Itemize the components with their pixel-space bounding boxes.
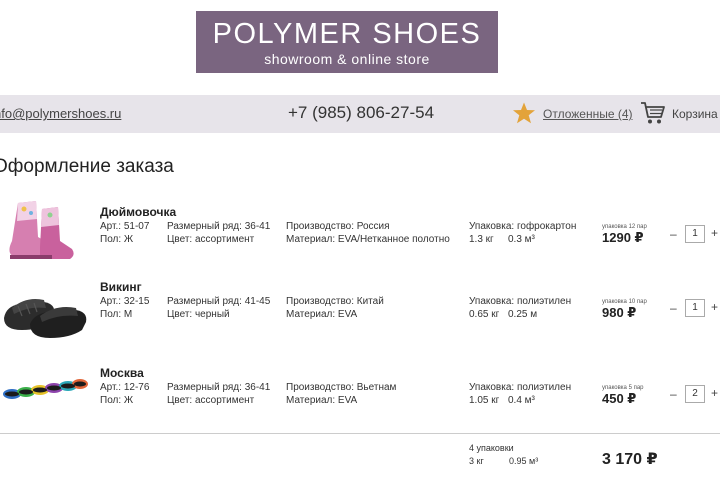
product-price: 1290 ₽ bbox=[602, 230, 644, 245]
product-volume: 0.25 м bbox=[508, 309, 538, 320]
product-name[interactable]: Москва bbox=[100, 366, 144, 380]
cart-link[interactable]: Корзина ( bbox=[672, 107, 720, 121]
quantity-input[interactable]: 1 bbox=[685, 225, 705, 243]
product-article: Арт.: 32-15 bbox=[100, 296, 150, 307]
saved-items-link[interactable]: Отложенные (4) bbox=[543, 107, 633, 121]
order-item-row: Москва Арт.: 12-76 Пол: Ж Размерный ряд:… bbox=[0, 364, 720, 444]
product-image[interactable] bbox=[0, 364, 90, 434]
contact-bar: nfo@polymershoes.ru +7 (985) 806-27-54 О… bbox=[0, 95, 720, 133]
store-logo[interactable]: POLYMER SHOES showroom & online store bbox=[196, 11, 498, 73]
product-weight: 1.05 кг bbox=[469, 395, 500, 406]
increase-qty-button[interactable]: + bbox=[711, 300, 718, 314]
order-item-row: Дюймовочка Арт.: 51-07 Пол: Ж Размерный … bbox=[0, 197, 720, 277]
increase-qty-button[interactable]: + bbox=[711, 226, 718, 240]
product-name[interactable]: Викинг bbox=[100, 280, 142, 294]
product-material: Материал: EVA bbox=[286, 309, 358, 320]
product-weight: 0.65 кг bbox=[469, 309, 500, 320]
product-production: Производство: Китай bbox=[286, 296, 384, 307]
quantity-input[interactable]: 1 bbox=[685, 299, 705, 317]
page-title: Оформление заказа bbox=[0, 156, 174, 177]
decrease-qty-button[interactable]: – bbox=[670, 387, 677, 401]
product-article: Арт.: 12-76 bbox=[100, 382, 150, 393]
increase-qty-button[interactable]: + bbox=[711, 386, 718, 400]
logo-subtitle: showroom & online store bbox=[264, 51, 430, 67]
product-production: Производство: Россия bbox=[286, 221, 390, 232]
product-name[interactable]: Дюймовочка bbox=[100, 205, 176, 219]
product-image[interactable] bbox=[0, 197, 90, 267]
product-volume: 0.4 м³ bbox=[508, 395, 535, 406]
product-gender: Пол: Ж bbox=[100, 395, 134, 406]
decrease-qty-button[interactable]: – bbox=[670, 227, 677, 241]
summary-volume: 0.95 м³ bbox=[509, 456, 539, 466]
product-price: 450 ₽ bbox=[602, 391, 637, 406]
quantity-input[interactable]: 2 bbox=[685, 385, 705, 403]
product-color: Цвет: черный bbox=[167, 309, 230, 320]
product-weight: 1.3 кг bbox=[469, 234, 494, 245]
order-item-row: Викинг Арт.: 32-15 Пол: М Размерный ряд:… bbox=[0, 278, 720, 358]
product-material: Материал: EVA/Нетканное полотно bbox=[286, 234, 450, 245]
product-gender: Пол: Ж bbox=[100, 234, 134, 245]
logo-title: POLYMER SHOES bbox=[212, 18, 482, 50]
product-material: Материал: EVA bbox=[286, 395, 358, 406]
product-article: Арт.: 51-07 bbox=[100, 221, 150, 232]
product-size-range: Размерный ряд: 36-41 bbox=[167, 382, 271, 393]
summary-packs: 4 упаковки bbox=[469, 443, 514, 453]
decrease-qty-button[interactable]: – bbox=[670, 301, 677, 315]
summary-divider bbox=[0, 433, 720, 434]
phone-number[interactable]: +7 (985) 806-27-54 bbox=[288, 103, 434, 123]
product-size-range: Размерный ряд: 41-45 bbox=[167, 296, 271, 307]
product-production: Производство: Вьетнам bbox=[286, 382, 397, 393]
product-image[interactable] bbox=[0, 278, 90, 348]
product-packaging: Упаковка: полиэтилен bbox=[469, 296, 572, 307]
product-color: Цвет: ассортимент bbox=[167, 234, 255, 245]
product-color: Цвет: ассортимент bbox=[167, 395, 255, 406]
product-volume: 0.3 м³ bbox=[508, 234, 535, 245]
summary-weight: 3 кг bbox=[469, 456, 484, 466]
product-packaging: Упаковка: полиэтилен bbox=[469, 382, 572, 393]
product-size-range: Размерный ряд: 36-41 bbox=[167, 221, 271, 232]
product-price: 980 ₽ bbox=[602, 305, 637, 320]
product-gender: Пол: М bbox=[100, 309, 133, 320]
order-total: 3 170 ₽ bbox=[602, 451, 658, 468]
cart-icon[interactable] bbox=[640, 100, 666, 126]
star-icon[interactable] bbox=[512, 101, 536, 125]
email-link[interactable]: nfo@polymershoes.ru bbox=[0, 106, 121, 121]
product-packaging: Упаковка: гофрокартон bbox=[469, 221, 577, 232]
